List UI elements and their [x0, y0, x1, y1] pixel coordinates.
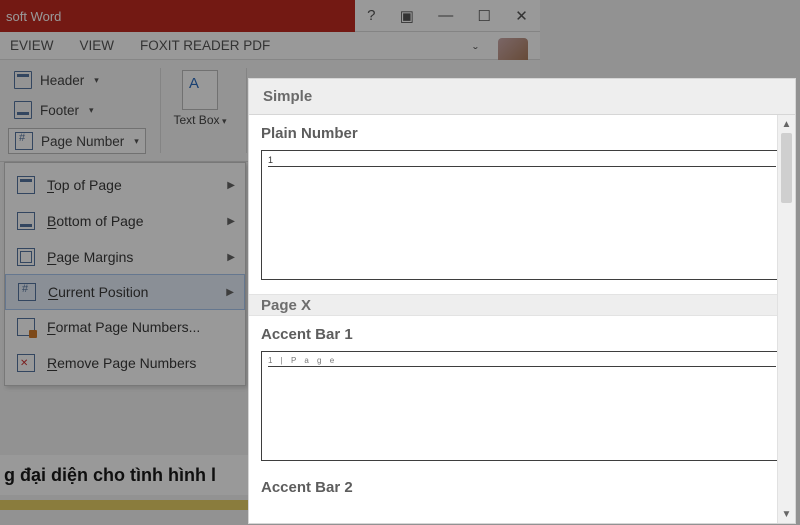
- scroll-track[interactable]: [778, 133, 795, 505]
- preview-text: 1: [268, 155, 275, 165]
- help-icon[interactable]: ?: [367, 7, 375, 24]
- scroll-thumb[interactable]: [781, 133, 792, 203]
- document-highlight: [0, 500, 250, 510]
- scroll-down-icon[interactable]: ▼: [778, 505, 795, 523]
- gallery-item-accent-bar-2-label: Accent Bar 2: [249, 469, 795, 504]
- page-number-label: Page Number: [41, 134, 124, 149]
- ribbon-options-icon[interactable]: ▣: [400, 7, 414, 25]
- header-button[interactable]: Header ▾: [8, 68, 146, 92]
- chevron-right-icon: ▶: [227, 252, 235, 263]
- gallery-item-plain-number-label: Plain Number: [249, 115, 795, 150]
- close-icon[interactable]: ✕: [515, 7, 528, 25]
- tab-foxit[interactable]: FOXIT READER PDF: [140, 38, 270, 53]
- scroll-up-icon[interactable]: ▲: [778, 115, 795, 133]
- chevron-right-icon: ▶: [226, 287, 234, 298]
- document-text: g đại diện cho tình hình l: [0, 455, 250, 495]
- footer-icon: [14, 101, 32, 119]
- menu-format-page-numbers[interactable]: Format Page Numbers...: [5, 309, 245, 345]
- chevron-down-icon: ▾: [94, 75, 99, 86]
- text-box-icon: [182, 70, 218, 110]
- footer-button[interactable]: Footer ▾: [8, 98, 146, 122]
- minimize-icon[interactable]: —: [438, 7, 453, 24]
- bottom-of-page-icon: [17, 212, 35, 230]
- menu-current-position[interactable]: Current Position ▶: [5, 274, 245, 310]
- remove-page-numbers-icon: [17, 354, 35, 372]
- chevron-right-icon: ▶: [227, 180, 235, 191]
- gallery-item-plain-number[interactable]: 1: [261, 150, 783, 280]
- gallery-group-simple: Simple: [248, 78, 796, 114]
- current-position-icon: [18, 283, 36, 301]
- preview-text: 1 | P a g e: [268, 356, 337, 365]
- page-margins-icon: [17, 248, 35, 266]
- tab-view[interactable]: VIEW: [80, 38, 115, 53]
- maximize-icon[interactable]: ☐: [478, 7, 491, 25]
- ribbon-collapse-icon[interactable]: ˇ: [473, 44, 478, 60]
- menu-bottom-of-page[interactable]: Bottom of Page ▶: [5, 203, 245, 239]
- gallery-item-accent-bar-1-label: Accent Bar 1: [249, 316, 795, 351]
- page-number-icon: [15, 132, 33, 150]
- format-page-numbers-icon: [17, 318, 35, 336]
- header-label: Header: [40, 73, 84, 88]
- header-icon: [14, 71, 32, 89]
- page-number-menu: Top of Page ▶ Bottom of Page ▶ Page Marg…: [4, 162, 246, 386]
- menu-page-margins[interactable]: Page Margins ▶: [5, 239, 245, 275]
- chevron-down-icon: ▾: [220, 116, 227, 126]
- gallery-item-accent-bar-1[interactable]: 1 | P a g e: [261, 351, 783, 461]
- top-of-page-icon: [17, 176, 35, 194]
- gallery-group-pagex: Page X: [249, 294, 795, 316]
- gallery-scrollbar[interactable]: ▲ ▼: [777, 115, 795, 523]
- chevron-down-icon: ▾: [134, 136, 139, 147]
- menu-remove-page-numbers[interactable]: Remove Page Numbers: [5, 345, 245, 381]
- page-number-button[interactable]: Page Number ▾: [8, 128, 146, 154]
- text-box-label: Text Box: [173, 113, 219, 127]
- menu-top-of-page[interactable]: Top of Page ▶: [5, 167, 245, 203]
- window-controls: ? ▣ — ☐ ✕: [355, 0, 540, 32]
- page-number-gallery: Simple Plain Number 1 Page X Accent Bar …: [248, 78, 796, 524]
- app-title: soft Word: [0, 9, 61, 24]
- chevron-right-icon: ▶: [227, 216, 235, 227]
- tab-review[interactable]: EVIEW: [10, 38, 54, 53]
- footer-label: Footer: [40, 103, 79, 118]
- chevron-down-icon: ▾: [89, 105, 94, 116]
- text-box-button[interactable]: Text Box ▾: [172, 70, 228, 127]
